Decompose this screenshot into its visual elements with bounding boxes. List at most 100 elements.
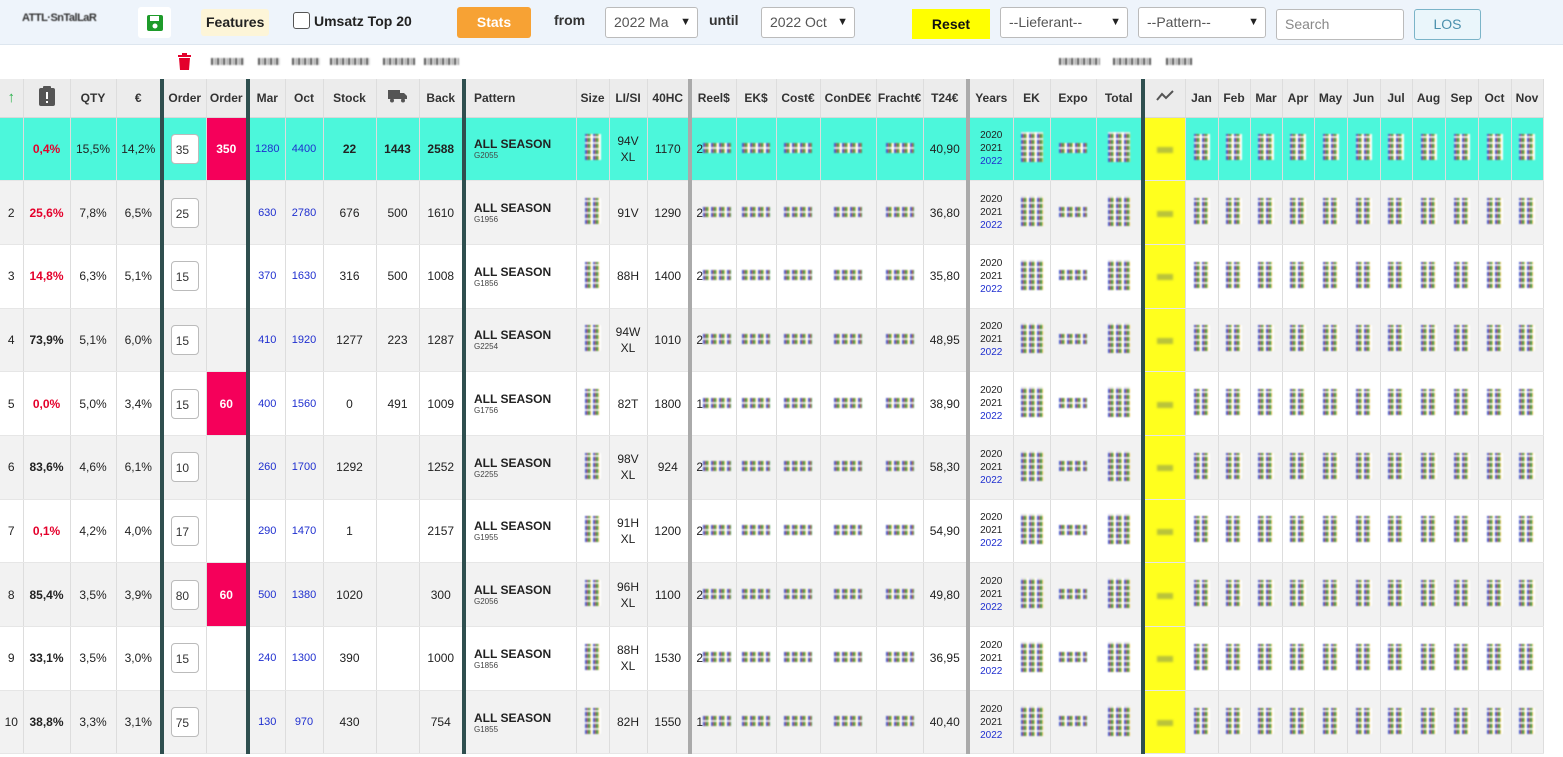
col-order[interactable]: Order <box>206 79 249 118</box>
order-input[interactable]: 15 <box>170 324 199 355</box>
col-sort-up[interactable]: ↑ <box>0 79 24 118</box>
pattern-cell[interactable]: ALL SEASON G1856 <box>462 244 577 309</box>
pattern-cell[interactable]: ALL SEASON G2055 <box>462 117 577 182</box>
from-select[interactable]: 2022 Ma ▼ <box>605 7 698 38</box>
col-reel[interactable]: Reel$ <box>688 79 737 118</box>
order-input[interactable]: 15 <box>170 643 199 674</box>
col-sep[interactable]: Sep <box>1445 79 1479 118</box>
col-trend[interactable] <box>1141 79 1186 118</box>
trash-icon[interactable] <box>177 53 192 71</box>
col-qty[interactable]: QTY <box>70 79 117 118</box>
table-row[interactable]: 4 73,9% 5,1% 6,0% 15 410 1920 1277 223 1287 ALL SE… <box>0 308 1544 373</box>
stats-button[interactable]: Stats <box>457 7 531 38</box>
pattern-cell[interactable]: ALL SEASON G2056 <box>462 562 577 627</box>
checkbox[interactable] <box>293 12 310 29</box>
order-input[interactable]: 75 <box>170 707 199 738</box>
table-row[interactable]: 10 38,8% 3,3% 3,1% 75 130 970 430 754 ALL SEASON G… <box>0 690 1544 755</box>
table-row[interactable]: 5 0,0% 5,0% 3,4% 15 60 400 1560 0 491 1009 ALL SEAS… <box>0 371 1544 436</box>
col-ek[interactable]: EK <box>1013 79 1051 118</box>
col-truck[interactable] <box>376 79 420 118</box>
col-jul[interactable]: Jul <box>1380 79 1413 118</box>
col-size[interactable]: Size <box>576 79 610 118</box>
order-cell[interactable] <box>206 244 249 309</box>
col-oct2[interactable]: Oct <box>1478 79 1512 118</box>
col-back[interactable]: Back <box>419 79 465 118</box>
col-40hc[interactable]: 40HC <box>647 79 691 118</box>
blurred-value <box>1020 259 1043 290</box>
order-input[interactable]: 10 <box>170 452 199 483</box>
col-conde[interactable]: ConDE€ <box>820 79 877 118</box>
col-t24[interactable]: T24€ <box>923 79 969 118</box>
col-stock[interactable]: Stock <box>323 79 377 118</box>
table-row[interactable]: 0,4% 15,5% 14,2% 35 350 1280 4400 22 1443 2588 ALL… <box>0 117 1544 182</box>
table-row[interactable]: 9 33,1% 3,5% 3,0% 15 240 1300 390 1000 ALL SEASON… <box>0 626 1544 691</box>
table-row[interactable]: 3 14,8% 6,3% 5,1% 15 370 1630 316 500 1008 ALL SEA… <box>0 244 1544 309</box>
col-expo[interactable]: Expo <box>1050 79 1097 118</box>
order-input[interactable]: 35 <box>170 133 199 164</box>
month-cell <box>1314 562 1348 627</box>
order-cell[interactable]: 60 <box>206 371 249 436</box>
pattern-cell[interactable]: ALL SEASON G1956 <box>462 180 577 245</box>
col-nov[interactable]: Nov <box>1511 79 1544 118</box>
until-select[interactable]: 2022 Oct ▼ <box>761 7 855 38</box>
order-cell[interactable] <box>206 435 249 500</box>
pattern-cell[interactable]: ALL SEASON G1856 <box>462 626 577 691</box>
order-input[interactable]: 17 <box>170 515 199 546</box>
order-cell[interactable] <box>206 499 249 564</box>
col-mar2[interactable]: Mar <box>1250 79 1283 118</box>
pattern-select[interactable]: --Pattern-- ▼ <box>1138 7 1266 38</box>
reset-button[interactable]: Reset <box>912 9 990 39</box>
pattern-cell[interactable]: ALL SEASON G1756 <box>462 371 577 436</box>
col-feb[interactable]: Feb <box>1218 79 1251 118</box>
col-mar[interactable]: Mar <box>246 79 286 118</box>
col-fracht[interactable]: Fracht€ <box>876 79 924 118</box>
col-eur[interactable]: € <box>116 79 163 118</box>
expo-cell <box>1050 562 1097 627</box>
pattern-cell[interactable]: ALL SEASON G1855 <box>462 690 577 755</box>
search-input[interactable]: Search <box>1276 9 1404 40</box>
pattern-cell[interactable]: ALL SEASON G1955 <box>462 499 577 564</box>
order-input[interactable]: 25 <box>170 197 199 228</box>
col-aug[interactable]: Aug <box>1412 79 1446 118</box>
order-input[interactable]: 15 <box>170 261 199 292</box>
pattern-cell[interactable]: ALL SEASON G2254 <box>462 308 577 373</box>
col-may[interactable]: May <box>1314 79 1348 118</box>
month-cell <box>1511 308 1544 373</box>
col-order-input[interactable]: Order <box>160 79 207 118</box>
order-cell[interactable]: 350 <box>206 117 249 182</box>
order-cell[interactable] <box>206 180 249 245</box>
order-cell[interactable] <box>206 626 249 691</box>
save-button[interactable] <box>138 7 171 38</box>
col-years[interactable]: Years <box>966 79 1014 118</box>
order-cell[interactable]: 60 <box>206 562 249 627</box>
order-input[interactable]: 15 <box>170 388 199 419</box>
col-pattern[interactable]: Pattern <box>462 79 577 118</box>
features-button[interactable]: Features <box>201 9 270 36</box>
order-input[interactable]: 80 <box>170 579 199 610</box>
order-cell[interactable] <box>206 308 249 373</box>
table-row[interactable]: 7 0,1% 4,2% 4,0% 17 290 1470 1 2157 ALL SEASON G19… <box>0 499 1544 564</box>
month-cell <box>1314 308 1348 373</box>
month-cell <box>1218 308 1251 373</box>
umsatz-top20-toggle[interactable]: Umsatz Top 20 <box>293 12 412 29</box>
lieferant-select[interactable]: --Lieferant-- ▼ <box>1000 7 1128 38</box>
col-jun[interactable]: Jun <box>1347 79 1381 118</box>
month-cell <box>1380 435 1413 500</box>
pattern-name: ALL SEASON <box>474 264 552 279</box>
table-row[interactable]: 8 85,4% 3,5% 3,9% 80 60 500 1380 1020 300 ALL SEAS… <box>0 562 1544 627</box>
col-clipboard[interactable] <box>23 79 71 118</box>
blurred-value <box>1519 134 1535 161</box>
pattern-cell[interactable]: ALL SEASON G2255 <box>462 435 577 500</box>
col-total[interactable]: Total <box>1096 79 1144 118</box>
table-row[interactable]: 6 83,6% 4,6% 6,1% 10 260 1700 1292 1252 ALL SEASO… <box>0 435 1544 500</box>
col-lisi[interactable]: LI/SI <box>609 79 648 118</box>
ek-usd-cell <box>736 562 777 627</box>
col-cost[interactable]: Cost€ <box>776 79 821 118</box>
col-ek-usd[interactable]: EK$ <box>736 79 777 118</box>
table-row[interactable]: 2 25,6% 7,8% 6,5% 25 630 2780 676 500 1610 ALL SEA… <box>0 180 1544 245</box>
los-button[interactable]: LOS <box>1414 9 1481 40</box>
col-apr[interactable]: Apr <box>1282 79 1315 118</box>
col-jan[interactable]: Jan <box>1185 79 1219 118</box>
col-oct[interactable]: Oct <box>285 79 324 118</box>
order-cell[interactable] <box>206 690 249 755</box>
